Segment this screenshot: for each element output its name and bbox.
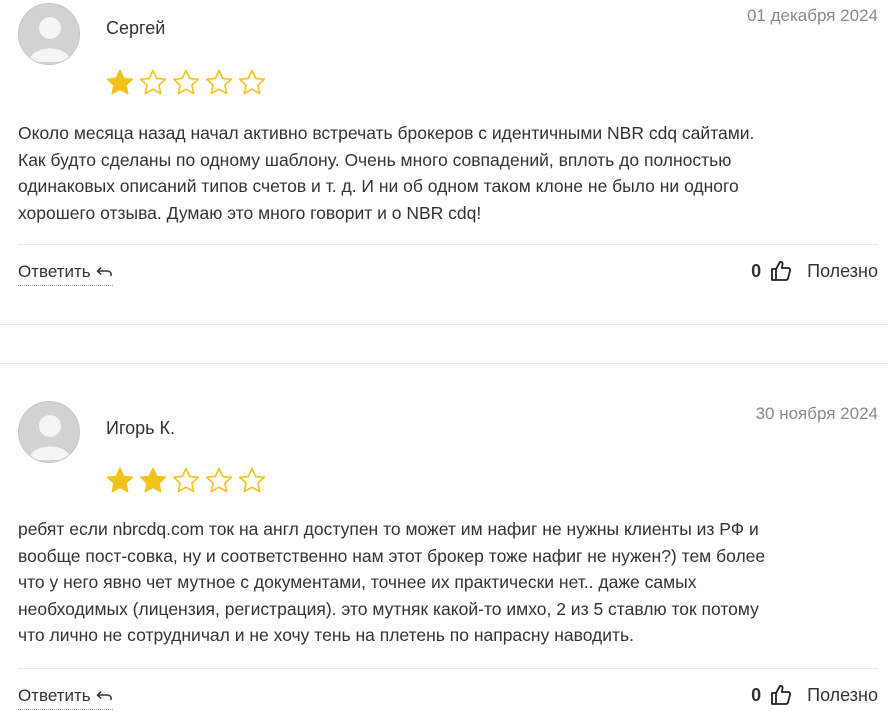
review-text-line: ребят если nbrcdq.com ток на англ доступ… bbox=[18, 519, 759, 539]
helpful-count: 0 bbox=[751, 260, 762, 281]
review-author: Игорь К. bbox=[106, 418, 175, 438]
star-icon bbox=[238, 69, 266, 95]
review-divider bbox=[18, 244, 878, 245]
review-divider bbox=[18, 668, 878, 669]
helpful-widget: 0 Полезно bbox=[751, 683, 878, 707]
thumbs-up-icon[interactable] bbox=[769, 683, 793, 707]
star-icon bbox=[238, 467, 266, 493]
rating-stars bbox=[105, 68, 267, 98]
reply-label: Ответить bbox=[18, 686, 91, 705]
reply-button[interactable]: Ответить bbox=[18, 686, 113, 710]
reply-button[interactable]: Ответить bbox=[18, 262, 113, 286]
review-author: Сергей bbox=[106, 18, 166, 38]
rating-stars bbox=[105, 466, 267, 496]
helpful-label[interactable]: Полезно bbox=[807, 261, 878, 282]
thumbs-up-icon[interactable] bbox=[769, 259, 793, 283]
helpful-label[interactable]: Полезно bbox=[807, 685, 878, 706]
review-text: Около месяца назад начал активно встреча… bbox=[18, 120, 868, 226]
review-text-line: одинаковых описаний типов счетов и т. д.… bbox=[18, 176, 739, 196]
review-card: Игорь К. 30 ноября 2024 ребят если nbrcd… bbox=[0, 398, 888, 724]
helpful-count: 0 bbox=[751, 684, 762, 705]
avatar-icon bbox=[18, 3, 80, 65]
star-icon bbox=[205, 69, 233, 95]
review-separator bbox=[0, 363, 888, 364]
star-icon bbox=[139, 467, 167, 493]
review-date: 30 ноября 2024 bbox=[755, 404, 878, 423]
reply-arrow-icon bbox=[96, 690, 112, 700]
review-separator bbox=[0, 324, 888, 325]
review-text-line: хорошего отзыва. Думаю это много говорит… bbox=[18, 202, 482, 223]
avatar-icon bbox=[18, 401, 80, 463]
star-icon bbox=[172, 467, 200, 493]
reply-label: Ответить bbox=[18, 262, 91, 281]
review-text: ребят если nbrcdq.com ток на англ доступ… bbox=[18, 516, 868, 649]
review-text-line: что у него явно чет мутное с документами… bbox=[18, 572, 697, 592]
review-text-line: вообще пост-совка, ну и соответственно н… bbox=[18, 545, 766, 566]
review-text-line: Около месяца назад начал активно встреча… bbox=[18, 123, 755, 143]
star-icon bbox=[106, 69, 134, 95]
review-text-line: Как будто сделаны по одному шаблону. Оче… bbox=[18, 149, 732, 170]
star-icon bbox=[106, 467, 134, 493]
star-icon bbox=[139, 69, 167, 95]
review-text-line: что лично не сотрудничал и не хочу тень … bbox=[18, 625, 635, 645]
review-text-line: необходимых (лицензия, регистрация). это… bbox=[18, 598, 759, 619]
review-card: Сергей 01 декабря 2024 Около месяца наза… bbox=[0, 0, 888, 330]
reply-arrow-icon bbox=[96, 266, 112, 276]
star-icon bbox=[172, 69, 200, 95]
review-date: 01 декабря 2024 bbox=[746, 6, 878, 25]
star-icon bbox=[205, 467, 233, 493]
helpful-widget: 0 Полезно bbox=[751, 259, 878, 283]
